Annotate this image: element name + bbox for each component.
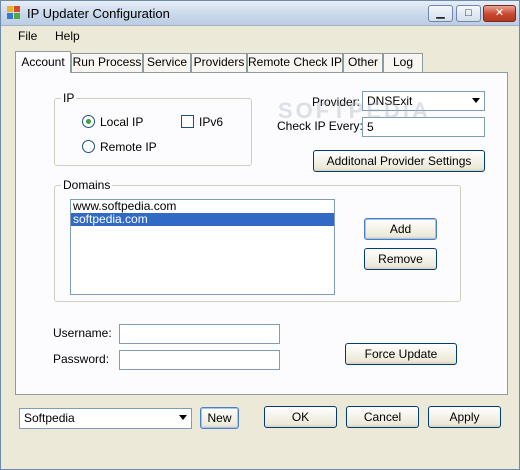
ip-group-label: IP bbox=[61, 91, 77, 105]
ok-button[interactable]: OK bbox=[264, 406, 337, 428]
tab-service[interactable]: Service bbox=[143, 53, 191, 72]
menu-bar: File Help bbox=[1, 26, 519, 46]
local-ip-radio[interactable] bbox=[82, 115, 95, 128]
check-ip-input[interactable]: 5 bbox=[362, 117, 485, 137]
local-ip-label: Local IP bbox=[100, 115, 144, 129]
chevron-down-icon bbox=[472, 98, 480, 103]
apply-button[interactable]: Apply bbox=[428, 406, 501, 428]
chevron-down-icon bbox=[179, 415, 187, 420]
domains-group-label: Domains bbox=[61, 178, 113, 192]
provider-value: DNSExit bbox=[367, 94, 413, 108]
new-profile-button[interactable]: New bbox=[200, 407, 239, 429]
app-icon bbox=[7, 6, 21, 20]
cancel-button[interactable]: Cancel bbox=[346, 406, 419, 428]
tab-remote-check-ip[interactable]: Remote Check IP bbox=[247, 53, 343, 72]
tab-run-process[interactable]: Run Process bbox=[71, 53, 143, 72]
domains-list[interactable]: www.softpedia.com softpedia.com bbox=[70, 199, 335, 295]
provider-select[interactable]: DNSExit bbox=[362, 91, 485, 111]
password-input[interactable] bbox=[119, 350, 280, 370]
profile-value: Softpedia bbox=[24, 411, 75, 425]
ip-groupbox: IP Local IP Remote IP IPv6 bbox=[54, 91, 252, 166]
remote-ip-radio[interactable] bbox=[82, 140, 95, 153]
domain-list-item-selected[interactable]: softpedia.com bbox=[71, 213, 334, 226]
close-icon: ✕ bbox=[494, 7, 505, 19]
additional-provider-settings-button[interactable]: Additonal Provider Settings bbox=[313, 150, 485, 172]
ipv6-label: IPv6 bbox=[199, 115, 224, 129]
ip-updater-window: IP Updater Configuration ▁ □ ✕ File Help… bbox=[0, 0, 520, 470]
menu-help[interactable]: Help bbox=[55, 29, 80, 43]
domains-groupbox: Domains www.softpedia.com softpedia.com … bbox=[54, 178, 461, 302]
remove-domain-button[interactable]: Remove bbox=[364, 248, 437, 270]
force-update-button[interactable]: Force Update bbox=[345, 343, 457, 365]
tab-account[interactable]: Account bbox=[15, 51, 71, 73]
window-title: IP Updater Configuration bbox=[27, 6, 170, 21]
username-label: Username: bbox=[53, 326, 112, 340]
add-domain-button[interactable]: Add bbox=[364, 218, 437, 240]
remote-ip-label: Remote IP bbox=[100, 140, 157, 154]
check-ip-label: Check IP Every: bbox=[277, 119, 363, 133]
username-input[interactable] bbox=[119, 324, 280, 344]
maximize-icon: □ bbox=[465, 7, 472, 19]
ipv6-checkbox[interactable] bbox=[181, 115, 194, 128]
minimize-button[interactable]: ▁ bbox=[428, 5, 453, 22]
tab-log[interactable]: Log bbox=[383, 53, 423, 72]
password-label: Password: bbox=[53, 352, 110, 366]
account-panel: IP Local IP Remote IP IPv6 Provider: DNS… bbox=[15, 72, 508, 395]
provider-label: Provider: bbox=[312, 95, 361, 109]
title-bar[interactable]: IP Updater Configuration ▁ □ ✕ bbox=[1, 1, 519, 26]
close-button[interactable]: ✕ bbox=[483, 5, 516, 22]
tab-providers[interactable]: Providers bbox=[191, 53, 247, 72]
maximize-button[interactable]: □ bbox=[456, 5, 481, 22]
menu-file[interactable]: File bbox=[18, 29, 37, 43]
minimize-icon: ▁ bbox=[436, 7, 445, 19]
tab-other[interactable]: Other bbox=[343, 53, 383, 72]
profile-select[interactable]: Softpedia bbox=[19, 408, 192, 429]
